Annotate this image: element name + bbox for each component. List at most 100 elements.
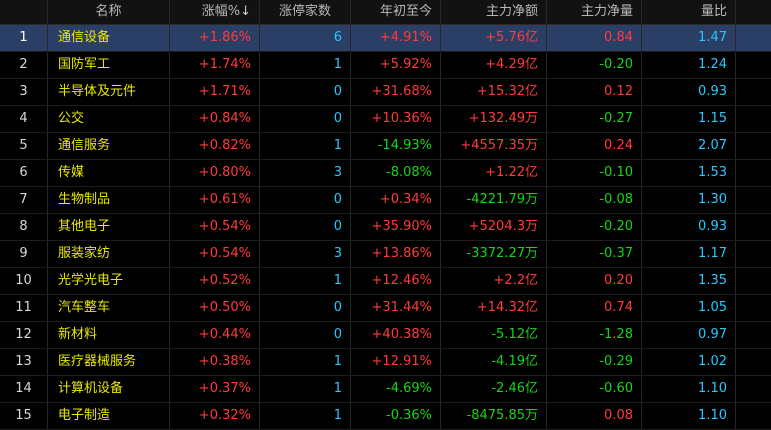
row-filler — [736, 133, 771, 159]
row-index: 2 — [0, 52, 48, 78]
main-net-volume-cell: 0.24 — [547, 133, 642, 159]
sector-ranking-table: 名称 涨幅%↓ 涨停家数 年初至今 主力净额 主力净量 量比 1 通信设备 +1.8… — [0, 0, 771, 430]
column-header-limit-up-count[interactable]: 涨停家数 — [260, 0, 351, 24]
row-index: 9 — [0, 241, 48, 267]
sector-name: 计算机设备 — [48, 376, 170, 402]
volume-ratio-cell: 1.17 — [642, 241, 736, 267]
change-pct-cell: +0.54% — [170, 241, 260, 267]
table-row[interactable]: 12 新材料 +0.44% 0 +40.38% -5.12亿 -1.28 0.97 — [0, 322, 771, 349]
main-net-volume-cell: 0.12 — [547, 79, 642, 105]
main-net-volume-cell: -0.29 — [547, 349, 642, 375]
main-net-inflow-cell: +1.22亿 — [441, 160, 547, 186]
main-net-inflow-cell: +15.32亿 — [441, 79, 547, 105]
row-filler — [736, 79, 771, 105]
main-net-inflow-cell: -8475.85万 — [441, 403, 547, 429]
column-header-filler — [736, 0, 771, 24]
main-net-volume-cell: 0.74 — [547, 295, 642, 321]
row-index: 6 — [0, 160, 48, 186]
row-filler — [736, 160, 771, 186]
row-filler — [736, 376, 771, 402]
change-pct-cell: +0.38% — [170, 349, 260, 375]
ytd-cell: +5.92% — [351, 52, 441, 78]
table-row[interactable]: 6 传媒 +0.80% 3 -8.08% +1.22亿 -0.10 1.53 — [0, 160, 771, 187]
volume-ratio-cell: 0.93 — [642, 79, 736, 105]
limit-up-count-cell: 1 — [260, 349, 351, 375]
sector-name: 通信设备 — [48, 25, 170, 51]
table-row[interactable]: 14 计算机设备 +0.37% 1 -4.69% -2.46亿 -0.60 1.10 — [0, 376, 771, 403]
column-header-change-pct[interactable]: 涨幅%↓ — [170, 0, 260, 24]
row-index: 1 — [0, 25, 48, 51]
column-header-name[interactable]: 名称 — [48, 0, 170, 24]
ytd-cell: +35.90% — [351, 214, 441, 240]
ytd-cell: +13.86% — [351, 241, 441, 267]
row-filler — [736, 106, 771, 132]
row-filler — [736, 268, 771, 294]
table-row[interactable]: 11 汽车整车 +0.50% 0 +31.44% +14.32亿 0.74 1.05 — [0, 295, 771, 322]
main-net-inflow-cell: -4221.79万 — [441, 187, 547, 213]
volume-ratio-cell: 1.05 — [642, 295, 736, 321]
limit-up-count-cell: 0 — [260, 322, 351, 348]
change-pct-cell: +0.52% — [170, 268, 260, 294]
limit-up-count-cell: 6 — [260, 25, 351, 51]
change-pct-cell: +1.86% — [170, 25, 260, 51]
change-pct-cell: +0.61% — [170, 187, 260, 213]
table-row[interactable]: 5 通信服务 +0.82% 1 -14.93% +4557.35万 0.24 2.07 — [0, 133, 771, 160]
row-index: 13 — [0, 349, 48, 375]
main-net-volume-cell: 0.08 — [547, 403, 642, 429]
table-row[interactable]: 7 生物制品 +0.61% 0 +0.34% -4221.79万 -0.08 1.30 — [0, 187, 771, 214]
row-filler — [736, 52, 771, 78]
volume-ratio-cell: 1.47 — [642, 25, 736, 51]
main-net-volume-cell: -0.37 — [547, 241, 642, 267]
change-pct-cell: +0.82% — [170, 133, 260, 159]
volume-ratio-cell: 0.93 — [642, 214, 736, 240]
table-row[interactable]: 1 通信设备 +1.86% 6 +4.91% +5.76亿 0.84 1.47 — [0, 25, 771, 52]
volume-ratio-cell: 1.35 — [642, 268, 736, 294]
volume-ratio-cell: 1.30 — [642, 187, 736, 213]
row-index: 8 — [0, 214, 48, 240]
table-row[interactable]: 13 医疗器械服务 +0.38% 1 +12.91% -4.19亿 -0.29 1.02 — [0, 349, 771, 376]
main-net-volume-cell: -0.08 — [547, 187, 642, 213]
main-net-inflow-cell: -5.12亿 — [441, 322, 547, 348]
row-filler — [736, 322, 771, 348]
table-row[interactable]: 4 公交 +0.84% 0 +10.36% +132.49万 -0.27 1.15 — [0, 106, 771, 133]
column-header-index[interactable] — [0, 0, 48, 24]
ytd-cell: +40.38% — [351, 322, 441, 348]
ytd-cell: +10.36% — [351, 106, 441, 132]
column-header-ytd[interactable]: 年初至今 — [351, 0, 441, 24]
sector-name: 公交 — [48, 106, 170, 132]
volume-ratio-cell: 1.53 — [642, 160, 736, 186]
column-header-change-pct-label: 涨幅% — [201, 4, 241, 19]
table-row[interactable]: 10 光学光电子 +0.52% 1 +12.46% +2.2亿 0.20 1.35 — [0, 268, 771, 295]
change-pct-cell: +0.50% — [170, 295, 260, 321]
limit-up-count-cell: 1 — [260, 403, 351, 429]
ytd-cell: +0.34% — [351, 187, 441, 213]
limit-up-count-cell: 0 — [260, 79, 351, 105]
row-index: 10 — [0, 268, 48, 294]
limit-up-count-cell: 3 — [260, 241, 351, 267]
sector-name: 通信服务 — [48, 133, 170, 159]
table-row[interactable]: 3 半导体及元件 +1.71% 0 +31.68% +15.32亿 0.12 0.93 — [0, 79, 771, 106]
table-row[interactable]: 9 服装家纺 +0.54% 3 +13.86% -3372.27万 -0.37 1.17 — [0, 241, 771, 268]
table-row[interactable]: 2 国防军工 +1.74% 1 +5.92% +4.29亿 -0.20 1.24 — [0, 52, 771, 79]
volume-ratio-cell: 1.02 — [642, 349, 736, 375]
sector-name: 国防军工 — [48, 52, 170, 78]
column-header-main-net-inflow[interactable]: 主力净额 — [441, 0, 547, 24]
table-row[interactable]: 15 电子制造 +0.32% 1 -0.36% -8475.85万 0.08 1.10 — [0, 403, 771, 430]
row-filler — [736, 187, 771, 213]
column-header-main-net-volume[interactable]: 主力净量 — [547, 0, 642, 24]
limit-up-count-cell: 0 — [260, 214, 351, 240]
table-row[interactable]: 8 其他电子 +0.54% 0 +35.90% +5204.3万 -0.20 0.93 — [0, 214, 771, 241]
limit-up-count-cell: 1 — [260, 376, 351, 402]
main-net-volume-cell: 0.20 — [547, 268, 642, 294]
sector-name: 新材料 — [48, 322, 170, 348]
change-pct-cell: +0.80% — [170, 160, 260, 186]
ytd-cell: -0.36% — [351, 403, 441, 429]
sector-name: 半导体及元件 — [48, 79, 170, 105]
main-net-volume-cell: 0.84 — [547, 25, 642, 51]
limit-up-count-cell: 0 — [260, 106, 351, 132]
limit-up-count-cell: 1 — [260, 52, 351, 78]
column-header-volume-ratio[interactable]: 量比 — [642, 0, 736, 24]
ytd-cell: +4.91% — [351, 25, 441, 51]
volume-ratio-cell: 1.10 — [642, 376, 736, 402]
volume-ratio-cell: 1.10 — [642, 403, 736, 429]
